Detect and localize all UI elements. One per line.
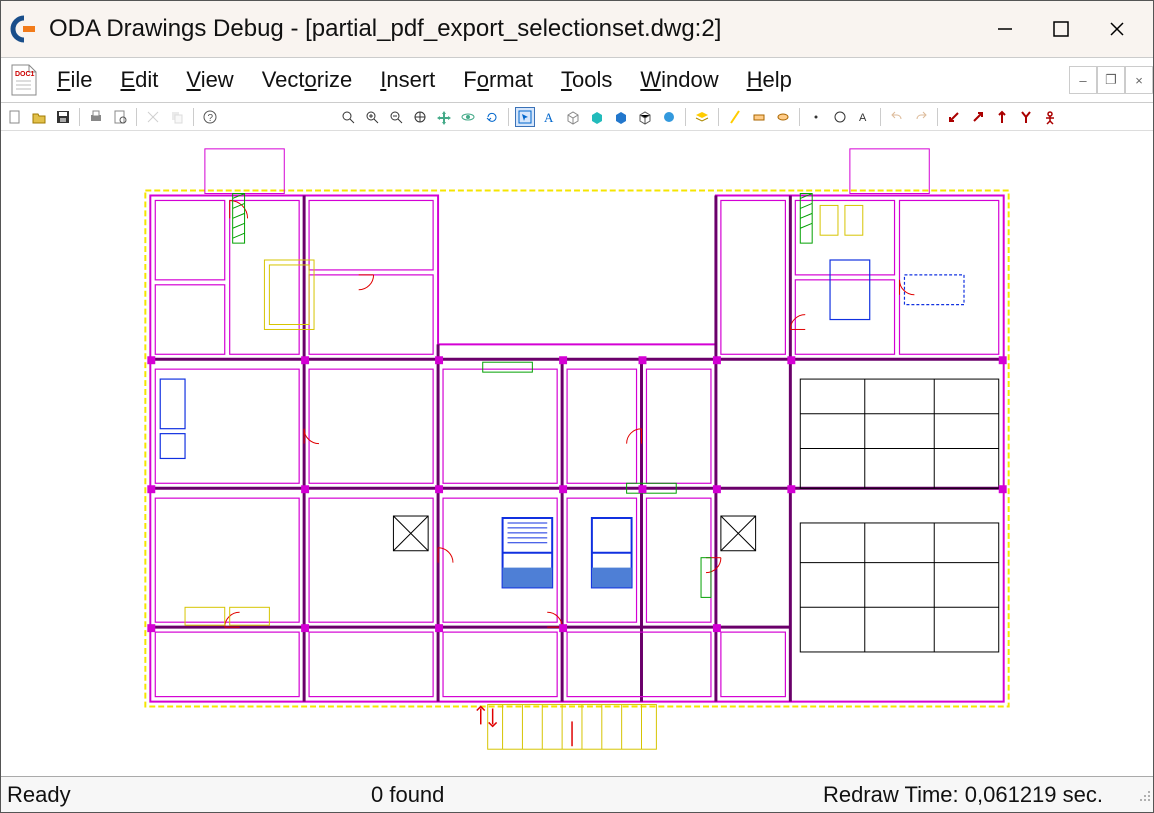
resize-grip-icon[interactable] bbox=[1133, 786, 1153, 804]
menubar: DOC1 File Edit View Vectorize Insert For… bbox=[1, 57, 1153, 103]
zoom-extents-icon[interactable] bbox=[338, 107, 358, 127]
point-icon[interactable] bbox=[806, 107, 826, 127]
arrow-sw-icon[interactable] bbox=[944, 107, 964, 127]
menu-list: File Edit View Vectorize Insert Format T… bbox=[57, 67, 792, 93]
shaded-blue-icon[interactable] bbox=[611, 107, 631, 127]
regen-icon[interactable] bbox=[482, 107, 502, 127]
print-preview-icon[interactable] bbox=[110, 107, 130, 127]
new-icon[interactable] bbox=[5, 107, 25, 127]
render-icon[interactable] bbox=[659, 107, 679, 127]
box-icon[interactable] bbox=[563, 107, 583, 127]
mdi-minimize-button[interactable]: – bbox=[1069, 66, 1097, 94]
window-title: ODA Drawings Debug - [partial_pdf_export… bbox=[49, 15, 721, 43]
close-button[interactable] bbox=[1089, 9, 1145, 49]
menu-help[interactable]: Help bbox=[747, 67, 792, 93]
redo-icon[interactable] bbox=[911, 107, 931, 127]
layers-icon[interactable] bbox=[692, 107, 712, 127]
select-icon[interactable] bbox=[515, 107, 535, 127]
drawing-canvas[interactable] bbox=[1, 131, 1153, 776]
light2-icon[interactable] bbox=[749, 107, 769, 127]
svg-text:A: A bbox=[544, 110, 554, 125]
menu-file[interactable]: File bbox=[57, 67, 92, 93]
wireframe-icon[interactable] bbox=[635, 107, 655, 127]
minimize-button[interactable] bbox=[977, 9, 1033, 49]
status-redraw: Redraw Time: 0,061219 sec. bbox=[823, 782, 1133, 808]
mdi-controls: – ❐ × bbox=[1069, 66, 1153, 94]
arrow-ne-icon[interactable] bbox=[968, 107, 988, 127]
text-a-icon[interactable]: A bbox=[854, 107, 874, 127]
shaded-cyan-icon[interactable] bbox=[587, 107, 607, 127]
app-logo-icon bbox=[9, 14, 39, 44]
circle-icon[interactable] bbox=[830, 107, 850, 127]
menu-window[interactable]: Window bbox=[640, 67, 718, 93]
person-icon[interactable] bbox=[1040, 107, 1060, 127]
status-found: 0 found bbox=[341, 782, 661, 808]
app-window: ODA Drawings Debug - [partial_pdf_export… bbox=[0, 0, 1154, 813]
print-icon[interactable] bbox=[86, 107, 106, 127]
zoom-out-icon[interactable] bbox=[386, 107, 406, 127]
menu-insert[interactable]: Insert bbox=[380, 67, 435, 93]
status-ready: Ready bbox=[1, 782, 341, 808]
toolbar: ? A A bbox=[1, 103, 1153, 131]
orbit-icon[interactable] bbox=[458, 107, 478, 127]
mdi-restore-button[interactable]: ❐ bbox=[1097, 66, 1125, 94]
menu-tools[interactable]: Tools bbox=[561, 67, 612, 93]
mdi-close-button[interactable]: × bbox=[1125, 66, 1153, 94]
zoom-in-icon[interactable] bbox=[362, 107, 382, 127]
pan-icon[interactable] bbox=[434, 107, 454, 127]
svg-text:A: A bbox=[859, 112, 867, 124]
about-icon[interactable]: ? bbox=[200, 107, 220, 127]
svg-text:?: ? bbox=[208, 113, 214, 124]
arrow-n-icon[interactable] bbox=[992, 107, 1012, 127]
light1-icon[interactable] bbox=[725, 107, 745, 127]
cut-icon[interactable] bbox=[143, 107, 163, 127]
zoom-window-icon[interactable] bbox=[410, 107, 430, 127]
titlebar: ODA Drawings Debug - [partial_pdf_export… bbox=[1, 1, 1153, 57]
menu-format[interactable]: Format bbox=[463, 67, 533, 93]
save-icon[interactable] bbox=[53, 107, 73, 127]
fork-icon[interactable] bbox=[1016, 107, 1036, 127]
menu-vectorize[interactable]: Vectorize bbox=[262, 67, 353, 93]
statusbar: Ready 0 found Redraw Time: 0,061219 sec. bbox=[1, 776, 1153, 812]
undo-icon[interactable] bbox=[887, 107, 907, 127]
menu-edit[interactable]: Edit bbox=[120, 67, 158, 93]
copy-icon[interactable] bbox=[167, 107, 187, 127]
document-icon: DOC1 bbox=[7, 63, 41, 97]
maximize-button[interactable] bbox=[1033, 9, 1089, 49]
svg-text:DOC1: DOC1 bbox=[15, 71, 35, 78]
text-icon[interactable]: A bbox=[539, 107, 559, 127]
menu-view[interactable]: View bbox=[186, 67, 233, 93]
light3-icon[interactable] bbox=[773, 107, 793, 127]
open-icon[interactable] bbox=[29, 107, 49, 127]
